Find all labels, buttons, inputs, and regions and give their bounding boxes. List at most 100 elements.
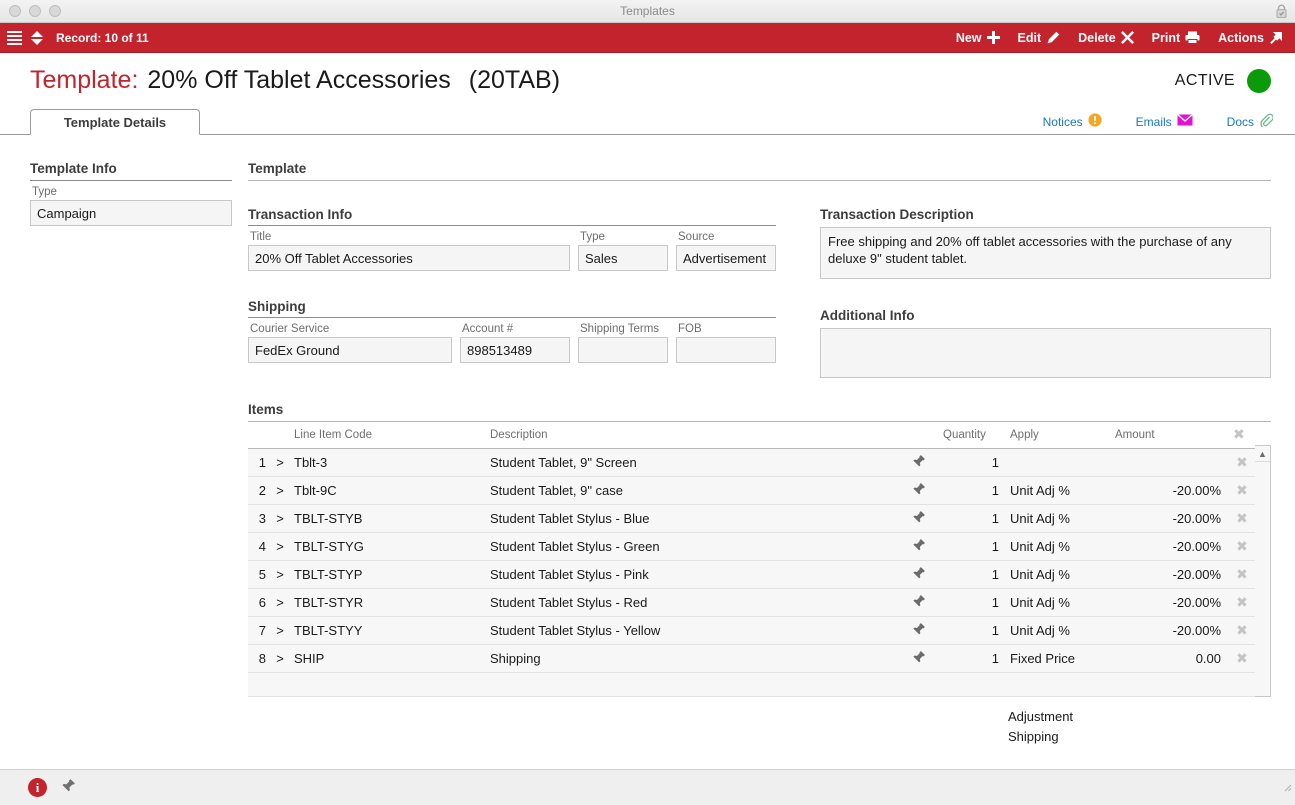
table-row[interactable]: 5 > TBLT-STYP Student Tablet Stylus - Pink 1… (248, 560, 1255, 589)
x-delete-icon[interactable]: ✖ (1236, 538, 1248, 554)
row-line-item-code[interactable]: TBLT-STYY (290, 616, 486, 645)
table-row[interactable]: 7 > TBLT-STYY Student Tablet Stylus - Yello… (248, 616, 1255, 645)
edit-button[interactable]: Edit (1018, 31, 1061, 45)
row-amount[interactable]: -20.00% (1111, 616, 1229, 645)
row-amount[interactable]: -20.00% (1111, 476, 1229, 505)
row-expander-icon[interactable]: > (270, 476, 290, 505)
row-description[interactable]: Student Tablet, 9" Screen (486, 448, 899, 477)
row-expander-icon[interactable]: > (270, 644, 290, 673)
row-quantity[interactable]: 1 (939, 476, 1003, 505)
new-button[interactable]: New (956, 31, 1000, 45)
row-expander-icon[interactable]: > (270, 616, 290, 645)
docs-link[interactable]: Docs (1227, 113, 1274, 130)
row-quantity[interactable]: 1 (939, 644, 1003, 673)
window-controls[interactable] (0, 5, 61, 17)
row-pin-icon[interactable] (899, 560, 939, 589)
row-quantity[interactable]: 1 (939, 532, 1003, 561)
row-apply[interactable]: Unit Adj % (1003, 588, 1111, 617)
x-delete-icon[interactable]: ✖ (1236, 594, 1248, 610)
empty-row-cell[interactable] (248, 672, 1255, 697)
row-description[interactable]: Student Tablet Stylus - Blue (486, 504, 899, 533)
row-apply[interactable] (1003, 448, 1111, 477)
items-scrollbar[interactable]: ▲ (1255, 445, 1271, 697)
row-delete-button[interactable]: ✖ (1229, 448, 1255, 477)
row-pin-icon[interactable] (899, 644, 939, 673)
row-amount[interactable]: -20.00% (1111, 504, 1229, 533)
notices-link[interactable]: Notices (1043, 113, 1102, 130)
hamburger-menu-icon[interactable] (7, 30, 22, 45)
transaction-type-field[interactable]: Sales (578, 245, 668, 271)
row-amount[interactable]: -20.00% (1111, 560, 1229, 589)
row-pin-icon[interactable] (899, 476, 939, 505)
x-delete-icon[interactable]: ✖ (1236, 566, 1248, 582)
row-apply[interactable]: Fixed Price (1003, 644, 1111, 673)
row-line-item-code[interactable]: SHIP (290, 644, 486, 673)
table-row[interactable]: 2 > Tblt-9C Student Tablet, 9" case 1 Unit Ad… (248, 476, 1255, 505)
emails-link[interactable]: Emails (1136, 113, 1193, 129)
x-delete-icon[interactable]: ✖ (1236, 650, 1248, 666)
actions-button[interactable]: Actions (1218, 31, 1283, 45)
row-amount[interactable]: -20.00% (1111, 532, 1229, 561)
courier-service-field[interactable]: FedEx Ground (248, 337, 452, 363)
row-line-item-code[interactable]: TBLT-STYG (290, 532, 486, 561)
row-line-item-code[interactable]: TBLT-STYR (290, 588, 486, 617)
row-pin-icon[interactable] (899, 532, 939, 561)
window-resize-grip[interactable] (1280, 779, 1292, 797)
print-button[interactable]: Print (1152, 31, 1200, 45)
row-delete-button[interactable]: ✖ (1229, 616, 1255, 645)
x-delete-icon[interactable]: ✖ (1236, 622, 1248, 638)
row-description[interactable]: Student Tablet Stylus - Pink (486, 560, 899, 589)
row-description[interactable]: Student Tablet, 9" case (486, 476, 899, 505)
pin-icon[interactable] (61, 778, 76, 798)
row-quantity[interactable]: 1 (939, 616, 1003, 645)
info-icon[interactable]: i (28, 778, 47, 797)
x-delete-icon[interactable]: ✖ (1236, 482, 1248, 498)
row-apply[interactable]: Unit Adj % (1003, 476, 1111, 505)
table-row-empty[interactable] (248, 672, 1255, 697)
window-close-button[interactable] (9, 5, 21, 17)
row-delete-button[interactable]: ✖ (1229, 532, 1255, 561)
table-row[interactable]: 4 > TBLT-STYG Student Tablet Stylus - Green… (248, 532, 1255, 561)
row-apply[interactable]: Unit Adj % (1003, 616, 1111, 645)
row-amount[interactable]: 0.00 (1111, 644, 1229, 673)
window-minimize-button[interactable] (29, 5, 41, 17)
row-amount[interactable]: -20.00% (1111, 588, 1229, 617)
title-field[interactable]: 20% Off Tablet Accessories (248, 245, 570, 271)
shipping-terms-field[interactable] (578, 337, 668, 363)
row-apply[interactable]: Unit Adj % (1003, 560, 1111, 589)
row-description[interactable]: Student Tablet Stylus - Green (486, 532, 899, 561)
row-apply[interactable]: Unit Adj % (1003, 532, 1111, 561)
type-field[interactable]: Campaign (30, 200, 232, 226)
row-delete-button[interactable]: ✖ (1229, 644, 1255, 673)
row-description[interactable]: Student Tablet Stylus - Red (486, 588, 899, 617)
fob-field[interactable] (676, 337, 776, 363)
x-delete-icon[interactable]: ✖ (1236, 510, 1248, 526)
row-apply[interactable]: Unit Adj % (1003, 504, 1111, 533)
col-delete-all-icon[interactable]: ✖ (1229, 422, 1255, 449)
row-expander-icon[interactable]: > (270, 532, 290, 561)
tab-template-details[interactable]: Template Details (30, 109, 200, 135)
table-row[interactable]: 6 > TBLT-STYR Student Tablet Stylus - Red 1 U… (248, 588, 1255, 617)
row-description[interactable]: Student Tablet Stylus - Yellow (486, 616, 899, 645)
row-amount[interactable] (1111, 448, 1229, 477)
account-number-field[interactable]: 898513489 (460, 337, 570, 363)
row-delete-button[interactable]: ✖ (1229, 476, 1255, 505)
row-pin-icon[interactable] (899, 616, 939, 645)
x-delete-icon[interactable]: ✖ (1236, 454, 1248, 470)
row-line-item-code[interactable]: Tblt-9C (290, 476, 486, 505)
row-description[interactable]: Shipping (486, 644, 899, 673)
additional-info-field[interactable] (820, 328, 1271, 378)
row-delete-button[interactable]: ✖ (1229, 560, 1255, 589)
row-delete-button[interactable]: ✖ (1229, 504, 1255, 533)
row-line-item-code[interactable]: TBLT-STYP (290, 560, 486, 589)
x-delete-icon[interactable]: ✖ (1233, 426, 1245, 442)
row-pin-icon[interactable] (899, 588, 939, 617)
table-row[interactable]: 3 > TBLT-STYB Student Tablet Stylus - Blue 1… (248, 504, 1255, 533)
row-delete-button[interactable]: ✖ (1229, 588, 1255, 617)
transaction-description-field[interactable]: Free shipping and 20% off tablet accesso… (820, 227, 1271, 279)
row-pin-icon[interactable] (899, 504, 939, 533)
row-quantity[interactable]: 1 (939, 504, 1003, 533)
record-nav-updown-icon[interactable] (31, 30, 43, 45)
chevron-up-icon[interactable]: ▲ (1255, 446, 1270, 462)
row-quantity[interactable]: 1 (939, 448, 1003, 477)
